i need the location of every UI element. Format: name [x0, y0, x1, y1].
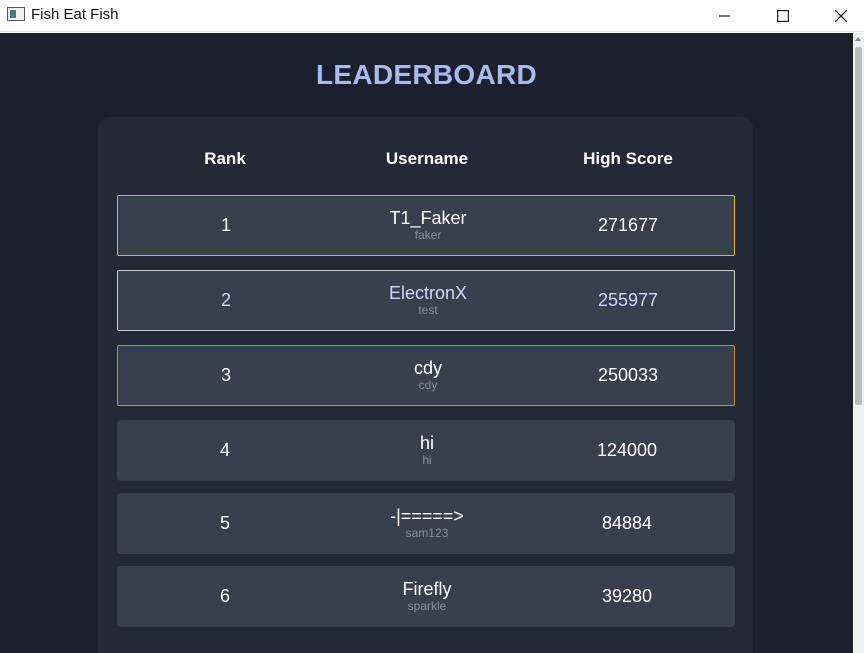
page-title: LEADERBOARD [315, 59, 538, 90]
score-cell: 39280 [601, 586, 653, 606]
leaderboard-row: 3 cdy cdy 250033 [117, 345, 735, 406]
rank-cell: 6 [219, 586, 230, 606]
login-name: sparkle [407, 599, 447, 613]
leaderboard-row: 1 T1_Faker faker 271677 [117, 195, 735, 256]
close-icon [835, 10, 847, 22]
score-cell: 250033 [597, 365, 659, 385]
game-viewport: LEADERBOARD Rank Username High Score 1 T… [0, 33, 853, 653]
username: Firefly [402, 579, 452, 599]
username: ElectronX [388, 283, 468, 303]
rank-cell: 1 [220, 215, 231, 235]
username-cell: ElectronX test [328, 271, 528, 330]
login-name: faker [414, 228, 442, 242]
username-cell: hi hi [327, 420, 527, 481]
username: -|=====> [390, 506, 464, 526]
maximize-button[interactable] [754, 0, 812, 32]
username-cell: Firefly sparkle [327, 566, 527, 627]
window-title: Fish Eat Fish [31, 6, 119, 23]
maximize-icon [777, 10, 789, 22]
login-name: hi [422, 453, 432, 467]
minimize-icon [719, 15, 730, 17]
username: cdy [413, 358, 442, 378]
column-header-username: Username [385, 149, 469, 168]
score-cell: 271677 [597, 215, 659, 235]
username-cell: T1_Faker faker [328, 196, 528, 255]
vertical-scrollbar[interactable] [853, 33, 864, 653]
minimize-button[interactable] [696, 0, 754, 32]
login-name: sam123 [405, 526, 449, 540]
rank-cell: 4 [219, 440, 230, 460]
column-header-high-score: High Score [583, 149, 673, 168]
score-cell: 124000 [596, 440, 658, 460]
username-cell: cdy cdy [328, 346, 528, 405]
score-cell: 255977 [597, 290, 659, 310]
rank-cell: 2 [220, 290, 231, 310]
username: hi [419, 433, 434, 453]
scrollbar-thumb[interactable] [855, 47, 862, 405]
leaderboard-row: 2 ElectronX test 255977 [117, 270, 735, 331]
login-name: test [418, 303, 438, 317]
score-cell: 84884 [601, 513, 653, 533]
username: T1_Faker [389, 208, 467, 228]
scroll-up-arrow-icon[interactable] [855, 37, 861, 41]
leaderboard-row: 5 -|=====> sam123 84884 [117, 493, 735, 554]
rank-cell: 5 [219, 513, 230, 533]
login-name: cdy [418, 378, 438, 392]
column-header-rank: Rank [204, 149, 246, 168]
app-icon [7, 7, 25, 21]
leaderboard-row: 6 Firefly sparkle 39280 [117, 566, 735, 627]
rank-cell: 3 [220, 365, 231, 385]
title-bar[interactable]: Fish Eat Fish [0, 0, 864, 32]
leaderboard-row: 4 hi hi 124000 [117, 420, 735, 481]
username-cell: -|=====> sam123 [327, 493, 527, 554]
close-button[interactable] [812, 0, 864, 32]
